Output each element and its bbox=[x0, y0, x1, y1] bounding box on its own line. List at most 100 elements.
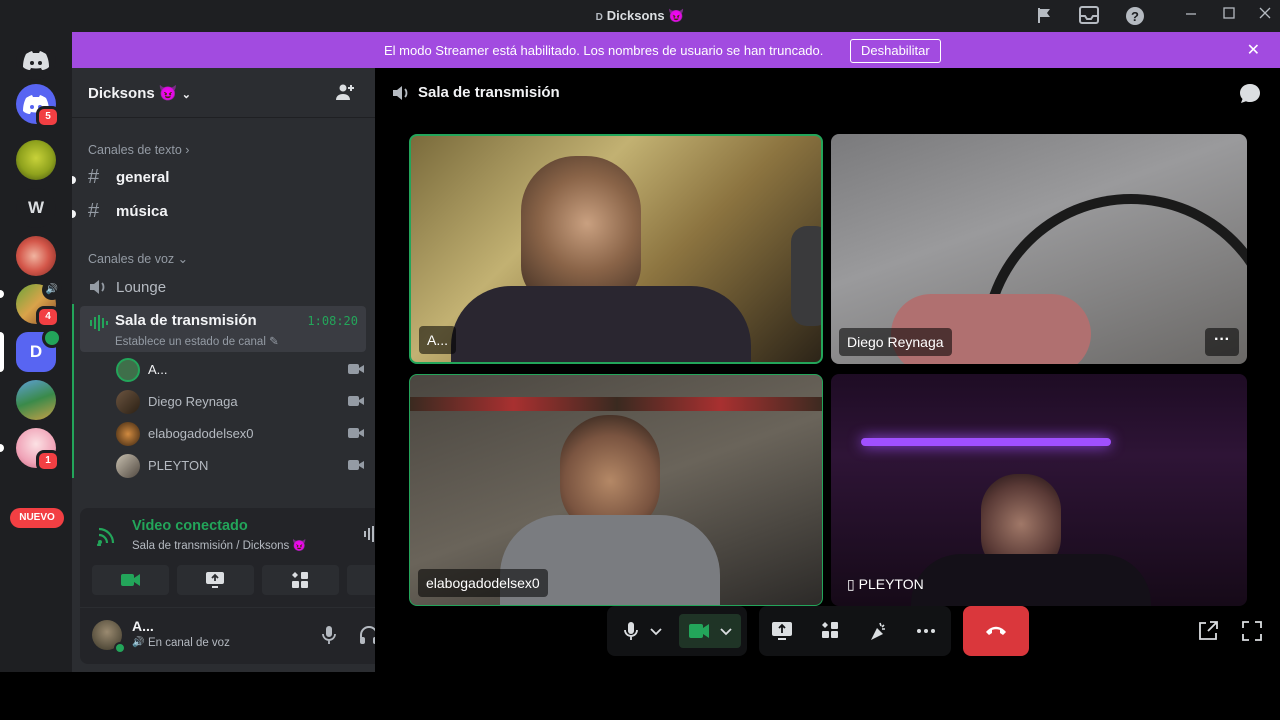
avatar bbox=[116, 390, 140, 414]
server-game-art[interactable] bbox=[16, 380, 56, 420]
activities-button[interactable] bbox=[262, 565, 339, 595]
share-screen-button[interactable] bbox=[177, 565, 254, 595]
hash-icon: # bbox=[88, 200, 100, 222]
channel-lounge[interactable]: Lounge bbox=[88, 276, 364, 300]
guild-header[interactable]: Dicksons 😈 ⌄ bbox=[72, 68, 375, 118]
channel-name: Sala de transmisión bbox=[115, 312, 257, 329]
voice-channels-category[interactable]: Canales de voz ⌄ bbox=[88, 251, 188, 266]
new-badge[interactable]: NUEVO bbox=[10, 508, 64, 528]
server-w[interactable]: W bbox=[16, 188, 56, 228]
video-tile[interactable]: ▯ PLEYTON bbox=[831, 374, 1247, 606]
chevron-down-icon: ⌄ bbox=[181, 89, 191, 101]
voice-user[interactable]: PLEYTON bbox=[116, 452, 364, 480]
close-banner-icon[interactable]: ✕ bbox=[1247, 40, 1260, 60]
chat-bubble-icon[interactable] bbox=[1238, 82, 1262, 109]
camera-toggle-button[interactable] bbox=[92, 565, 169, 595]
voice-user[interactable]: elabogadodelsex0 bbox=[116, 420, 364, 448]
call-timer: 1:08:20 bbox=[307, 314, 358, 328]
text-channels-category[interactable]: Canales de texto › bbox=[88, 143, 189, 157]
server-red-avatar[interactable] bbox=[16, 236, 56, 276]
video-tile[interactable]: Diego Reynaga ··· bbox=[831, 134, 1247, 364]
pencil-icon: ✎ bbox=[269, 336, 279, 348]
screen-share-icon[interactable] bbox=[765, 614, 799, 648]
invite-people-icon[interactable] bbox=[335, 82, 355, 107]
letterbox-bar bbox=[0, 672, 1280, 720]
server-kids-art[interactable]: 1 bbox=[16, 428, 60, 472]
soundboard-icon[interactable] bbox=[861, 614, 895, 648]
video-tile[interactable]: A... bbox=[409, 134, 823, 364]
server-cartoon-mic[interactable]: 🔊 4 bbox=[16, 280, 62, 328]
unread-pill bbox=[0, 290, 4, 298]
audio-video-controls bbox=[607, 606, 747, 656]
pop-out-icon[interactable] bbox=[1196, 619, 1220, 648]
participant-name-tag: A... bbox=[419, 326, 457, 354]
help-icon[interactable]: ? bbox=[1124, 6, 1146, 26]
channel-musica[interactable]: # música bbox=[88, 199, 364, 229]
voice-status-title[interactable]: Video conectado bbox=[132, 518, 248, 534]
video-tile[interactable]: elabogadodelsex0 bbox=[409, 374, 823, 606]
mic-options-chevron-icon[interactable] bbox=[647, 614, 665, 648]
window-title-prefix: D bbox=[595, 12, 603, 23]
maximize-icon[interactable] bbox=[1218, 6, 1240, 26]
server-dicksons[interactable]: D bbox=[16, 328, 62, 372]
avatar bbox=[116, 422, 140, 446]
participant-name-tag: elabogadodelsex0 bbox=[418, 569, 548, 597]
channel-name: general bbox=[116, 169, 170, 186]
channel-sala-de-transmision[interactable]: Sala de transmisión 1:08:20 Establece un… bbox=[80, 306, 366, 352]
hash-icon: # bbox=[88, 166, 100, 188]
unread-pill bbox=[0, 444, 4, 452]
mobile-device-icon: ▯ bbox=[847, 576, 855, 592]
participant-video bbox=[521, 156, 641, 306]
channel-title: Sala de transmisión bbox=[418, 84, 560, 101]
current-user-name[interactable]: A... bbox=[132, 618, 154, 634]
discord-window: D Dicksons 😈 ? 5 W 🔊 4 D 1 NUEVO El modo… bbox=[0, 0, 1280, 672]
microphone-icon[interactable] bbox=[614, 614, 648, 648]
participant-name-tag: Diego Reynaga bbox=[839, 328, 952, 356]
camera-icon bbox=[348, 460, 364, 470]
server-yellow-creature[interactable] bbox=[16, 140, 56, 180]
activity-controls bbox=[759, 606, 951, 656]
fullscreen-icon[interactable] bbox=[1240, 619, 1264, 648]
svg-text:?: ? bbox=[1131, 9, 1139, 24]
channel-general[interactable]: # general bbox=[88, 165, 364, 195]
unread-indicator bbox=[72, 176, 76, 184]
microphone-icon[interactable] bbox=[318, 624, 340, 646]
more-options-button[interactable]: ··· bbox=[1205, 328, 1239, 356]
current-user-status: En canal de voz bbox=[148, 637, 230, 649]
server-discord-home[interactable]: 5 bbox=[16, 84, 60, 128]
disable-streamer-mode-button[interactable]: Deshabilitar bbox=[850, 39, 941, 63]
camera-toggle-button[interactable] bbox=[679, 614, 741, 648]
voice-user[interactable]: Diego Reynaga bbox=[116, 388, 364, 416]
disconnect-call-button[interactable] bbox=[963, 606, 1029, 656]
direct-messages-button[interactable] bbox=[16, 40, 56, 80]
channel-status[interactable]: Establece un estado de canal ✎ bbox=[115, 334, 279, 348]
inbox-icon[interactable] bbox=[1078, 6, 1100, 26]
voice-status-subtitle[interactable]: Sala de transmisión / Dicksons 😈 bbox=[132, 538, 307, 552]
voice-user-name: PLEYTON bbox=[148, 458, 209, 473]
avatar bbox=[116, 358, 140, 382]
flag-icon[interactable] bbox=[1034, 6, 1056, 26]
screen-share-icon bbox=[206, 572, 224, 588]
connection-signal-icon bbox=[96, 524, 118, 551]
minimize-icon[interactable] bbox=[1180, 6, 1202, 26]
chevron-down-icon: ⌄ bbox=[177, 252, 189, 266]
voice-user[interactable]: A... bbox=[116, 356, 364, 384]
title-bar: D Dicksons 😈 ? bbox=[0, 0, 1280, 32]
hang-up-icon bbox=[986, 626, 1006, 635]
mention-badge: 5 bbox=[36, 106, 60, 128]
camera-icon bbox=[348, 396, 364, 406]
camera-icon bbox=[348, 428, 364, 438]
activities-icon[interactable] bbox=[813, 614, 847, 648]
more-options-icon[interactable] bbox=[909, 614, 943, 648]
camera-icon bbox=[348, 364, 364, 374]
speaker-icon bbox=[391, 84, 411, 107]
channel-name: música bbox=[116, 203, 168, 220]
close-window-icon[interactable] bbox=[1254, 6, 1276, 26]
voice-channel-view: Sala de transmisión A... Diego Reynaga ·… bbox=[375, 68, 1280, 672]
window-title-emoji: 😈 bbox=[668, 8, 685, 23]
unread-indicator bbox=[72, 210, 76, 218]
chevron-right-icon: › bbox=[185, 143, 190, 157]
streamer-mode-text: El modo Streamer está habilitado. Los no… bbox=[384, 43, 824, 58]
channel-name: Lounge bbox=[116, 279, 167, 296]
discord-logo-icon bbox=[23, 51, 49, 70]
